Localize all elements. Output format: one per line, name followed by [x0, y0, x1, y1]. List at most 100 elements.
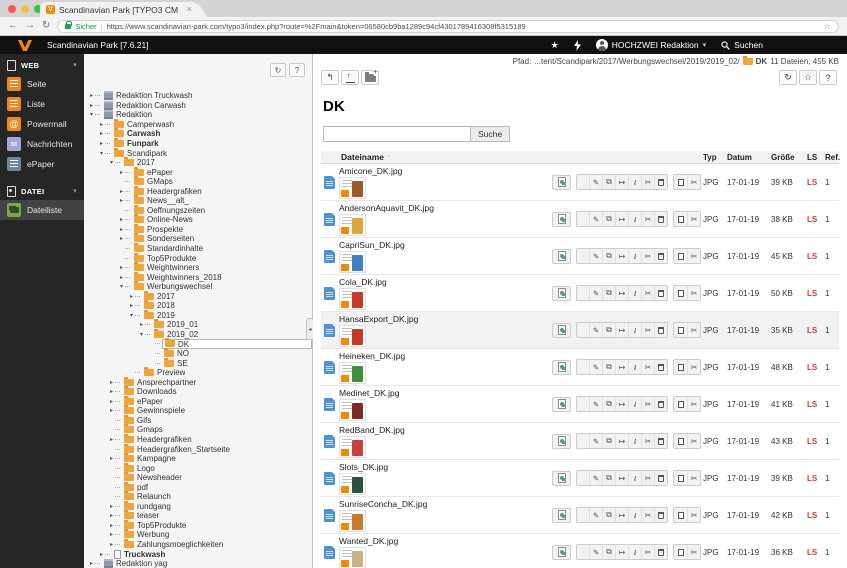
clipboard-cut-button[interactable] — [687, 249, 700, 263]
folder-label[interactable]: pdf — [137, 483, 148, 492]
view-button[interactable] — [552, 470, 571, 486]
expand-toggle-icon[interactable] — [138, 331, 145, 338]
tree-item[interactable]: Online-News — [84, 214, 312, 225]
clipboard-cut-button[interactable] — [687, 286, 700, 300]
copy-button[interactable] — [674, 471, 687, 485]
file-thumbnail[interactable] — [339, 547, 366, 568]
info-button[interactable] — [628, 471, 641, 485]
localization-link[interactable]: LS — [807, 178, 825, 187]
tree-item[interactable]: Weightwinners_2018 — [84, 271, 312, 282]
module-menu-item[interactable]: Nachrichten — [0, 134, 84, 154]
clipboard-cut-button[interactable] — [687, 397, 700, 411]
move-button[interactable] — [615, 471, 628, 485]
delete-button[interactable] — [654, 397, 667, 411]
tree-item[interactable]: Newsheader — [84, 472, 312, 483]
cut-button[interactable] — [641, 434, 654, 448]
address-field[interactable]: Sicher | https://www.scandinavian-park.c… — [57, 19, 839, 33]
sort-icon[interactable]: ▪ — [388, 154, 390, 160]
folder-label[interactable]: Zahlungsmoeglichkeiten — [137, 540, 223, 549]
expand-toggle-icon[interactable] — [108, 455, 115, 462]
tree-item[interactable]: Funpark — [84, 138, 312, 149]
folder-label[interactable]: Werbungswechsel — [147, 282, 212, 291]
copy-button[interactable] — [674, 508, 687, 522]
cut-button[interactable] — [641, 508, 654, 522]
edit-button[interactable] — [589, 397, 602, 411]
copy-button[interactable] — [674, 323, 687, 337]
search-submit-button[interactable]: Suche — [471, 126, 511, 142]
folder-label[interactable]: 2019_02 — [167, 330, 198, 339]
module-menu-item[interactable]: Seite — [0, 74, 84, 94]
cut-button[interactable] — [641, 175, 654, 189]
tree-item[interactable]: Gewinnspiele — [84, 405, 312, 416]
folder-label[interactable]: DK — [178, 340, 189, 349]
tree-item[interactable]: Weightwinners — [84, 262, 312, 273]
folder-label[interactable]: 2017 — [137, 158, 155, 167]
expand-toggle-icon[interactable] — [118, 188, 125, 195]
file-thumbnail[interactable] — [339, 325, 366, 347]
tree-item[interactable]: teaser — [84, 510, 312, 521]
view-button[interactable] — [552, 433, 571, 449]
cut-button[interactable] — [641, 323, 654, 337]
folder-label[interactable]: Carwash — [127, 129, 160, 138]
folder-label[interactable]: Top5Produkte — [137, 521, 186, 530]
view-button[interactable] — [552, 174, 571, 190]
tree-item[interactable]: Zahlungsmoeglichkeiten — [84, 538, 312, 550]
clipboard-cut-button[interactable] — [687, 545, 700, 559]
replace-button[interactable] — [602, 249, 615, 263]
folder-label[interactable]: Headergrafiken_Startseite — [137, 445, 230, 454]
view-button[interactable] — [552, 507, 571, 523]
localization-link[interactable]: LS — [807, 548, 825, 557]
replace-button[interactable] — [602, 508, 615, 522]
tree-item[interactable]: Redaktion Carwash — [84, 100, 312, 111]
folder-label[interactable]: ePaper — [137, 397, 163, 406]
folder-label[interactable]: Downloads — [137, 387, 177, 396]
folder-label[interactable]: Gewinnspiele — [137, 406, 185, 415]
folder-label[interactable]: Funpark — [127, 139, 159, 148]
expand-toggle-icon[interactable] — [108, 531, 115, 538]
file-name-link[interactable]: Cola_DK.jpg — [339, 277, 387, 287]
expand-toggle-icon[interactable] — [118, 274, 125, 281]
replace-button[interactable] — [602, 212, 615, 226]
folder-label[interactable]: Relaunch — [137, 492, 171, 501]
tree-item[interactable]: pdf — [84, 481, 312, 492]
localization-link[interactable]: LS — [807, 289, 825, 298]
info-button[interactable] — [628, 545, 641, 559]
info-button[interactable] — [628, 249, 641, 263]
expand-toggle-icon[interactable] — [108, 522, 115, 529]
edit-button[interactable] — [589, 471, 602, 485]
expand-toggle-icon[interactable] — [108, 388, 115, 395]
folder-label[interactable]: Headergrafiken — [147, 187, 202, 196]
tree-item[interactable]: SE — [84, 357, 312, 368]
clipboard-cut-button[interactable] — [687, 212, 700, 226]
folder-label[interactable]: Truckwash — [124, 550, 165, 559]
tree-refresh-icon[interactable]: ↻ — [270, 63, 286, 77]
file-name-link[interactable]: AndersonAquavit_DK.jpg — [339, 203, 434, 213]
expand-toggle-icon[interactable] — [98, 130, 105, 137]
move-button[interactable] — [615, 397, 628, 411]
window-minimize-button[interactable] — [21, 5, 29, 13]
folder-label[interactable]: Redaktion yag — [116, 559, 167, 568]
tree-item[interactable]: Logo — [84, 462, 312, 473]
tree-item[interactable]: Sonderseiten — [84, 233, 312, 244]
tree-item[interactable]: Camperwash — [84, 118, 312, 130]
tree-item[interactable]: GMaps — [84, 176, 312, 187]
replace-button[interactable] — [602, 471, 615, 485]
forward-icon[interactable]: → — [25, 21, 35, 31]
view-button[interactable] — [552, 396, 571, 412]
cut-button[interactable] — [641, 471, 654, 485]
cut-button[interactable] — [641, 545, 654, 559]
expand-toggle-icon[interactable] — [98, 140, 105, 147]
folder-label[interactable]: Logo — [137, 464, 155, 473]
folder-label[interactable]: Preview — [157, 368, 185, 377]
reference-count[interactable]: 1 — [825, 215, 837, 224]
replace-button[interactable] — [602, 360, 615, 374]
info-button[interactable] — [628, 397, 641, 411]
tree-item[interactable]: Standardinhalte — [84, 243, 312, 254]
expand-toggle-icon[interactable] — [118, 169, 125, 176]
file-name-link[interactable]: Wanted_DK.jpg — [339, 536, 398, 546]
localization-link[interactable]: LS — [807, 326, 825, 335]
move-button[interactable] — [615, 286, 628, 300]
folder-label[interactable]: 2018 — [157, 301, 175, 310]
localization-link[interactable]: LS — [807, 215, 825, 224]
reference-count[interactable]: 1 — [825, 437, 837, 446]
